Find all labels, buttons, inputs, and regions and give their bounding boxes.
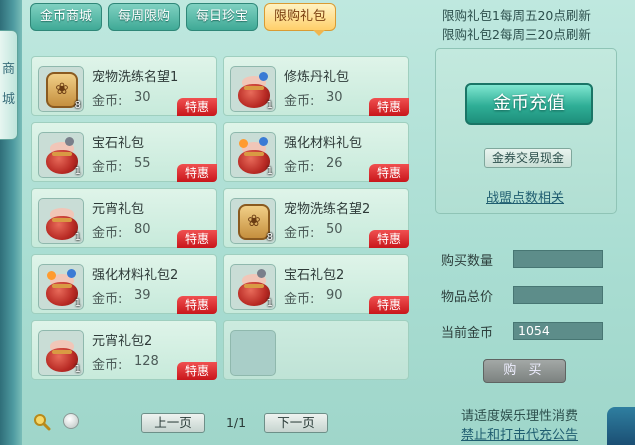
item-price: 30 (134, 90, 151, 105)
item-price: 90 (326, 288, 343, 303)
item-price: 39 (134, 288, 151, 303)
item-name: 宠物洗练名望1 (92, 70, 179, 85)
next-page-button[interactable]: 下一页 (264, 413, 328, 433)
anti-proxy-recharge-link[interactable]: 禁止和打击代充公告 (461, 426, 578, 445)
item-price: 26 (326, 156, 343, 171)
refresh-notice-line-2: 限购礼包2每周三20点刷新 (442, 27, 591, 42)
item-quantity: 1 (266, 298, 273, 309)
item-slot: 1 (230, 66, 276, 112)
footer-notice: 请适度娱乐理性消费 禁止和打击代充公告 (461, 407, 578, 445)
item-slot: 1 (38, 330, 84, 376)
item-name: 宝石礼包 (92, 136, 145, 151)
discount-badge: 特惠 (177, 362, 217, 380)
side-tab-shop[interactable]: 商 城 (0, 30, 18, 140)
gold-recharge-button[interactable]: 金币充值 (465, 83, 593, 125)
side-tab-char-2: 城 (1, 92, 15, 107)
item-quantity: 1 (74, 232, 81, 243)
item-quantity: 8 (266, 232, 273, 243)
empty-product-card (223, 320, 409, 380)
price-label: 金币: (284, 292, 315, 307)
price-label: 金币: (92, 94, 123, 109)
product-card[interactable]: 1 元宵礼包 金币: 80 特惠 (31, 188, 217, 248)
item-quantity: 1 (74, 166, 81, 177)
discount-badge: 特惠 (369, 98, 409, 116)
item-name: 元宵礼包2 (92, 334, 153, 349)
qty-field[interactable] (513, 250, 603, 268)
discount-badge: 特惠 (177, 164, 217, 182)
item-quantity: 1 (74, 298, 81, 309)
prev-page-button[interactable]: 上一页 (141, 413, 205, 433)
item-quantity: 8 (74, 100, 81, 111)
discount-badge: 特惠 (177, 296, 217, 314)
product-card[interactable]: 1 宝石礼包 金币: 55 特惠 (31, 122, 217, 182)
product-grid: ❀ 8 宠物洗练名望1 金币: 30 特惠 1 修炼丹礼包 金币: 30 特惠 (27, 50, 419, 385)
page-indicator: 1/1 (225, 415, 247, 430)
discount-badge: 特惠 (177, 230, 217, 248)
item-price: 128 (134, 354, 159, 369)
discount-badge: 特惠 (369, 164, 409, 182)
item-price: 80 (134, 222, 151, 237)
price-label: 金币: (92, 226, 123, 241)
total-price-label: 物品总价 (441, 290, 494, 305)
current-gold-field: 1054 (513, 322, 603, 340)
item-price: 30 (326, 90, 343, 105)
discount-badge: 特惠 (177, 98, 217, 116)
item-name: 修炼丹礼包 (284, 70, 350, 85)
product-card[interactable]: 1 修炼丹礼包 金币: 30 特惠 (223, 56, 409, 116)
tab-gold-mall[interactable]: 金币商城 (30, 3, 103, 31)
shop-window: 商 城 金币商城 每周限购 每日珍宝 限购礼包 限购礼包1每周五20点刷新 限购… (0, 0, 635, 445)
active-tab-pointer (313, 30, 325, 36)
refresh-notice: 限购礼包1每周五20点刷新 限购礼包2每周三20点刷新 (442, 6, 591, 44)
discount-badge: 特惠 (369, 230, 409, 248)
product-card[interactable]: 1 元宵礼包2 金币: 128 特惠 (31, 320, 217, 380)
item-slot: ❀ 8 (230, 198, 276, 244)
tab-weekly-limit[interactable]: 每周限购 (108, 3, 181, 31)
item-slot: 1 (38, 264, 84, 310)
price-label: 金币: (92, 358, 123, 373)
product-card[interactable]: 1 强化材料礼包2 金币: 39 特惠 (31, 254, 217, 314)
price-label: 金币: (92, 160, 123, 175)
refresh-notice-line-1: 限购礼包1每周五20点刷新 (442, 8, 591, 23)
item-quantity: 1 (266, 166, 273, 177)
white-circle-icon[interactable] (63, 413, 79, 429)
side-tab-char-1: 商 (1, 62, 15, 77)
item-name: 宠物洗练名望2 (284, 202, 371, 217)
current-gold-label: 当前金币 (441, 326, 494, 341)
item-slot: 1 (38, 132, 84, 178)
tab-daily-treasure[interactable]: 每日珍宝 (186, 3, 259, 31)
discount-badge: 特惠 (369, 296, 409, 314)
corner-decoration (607, 407, 635, 445)
recharge-panel: 金币充值 金券交易现金 战盟点数相关 (435, 48, 617, 214)
tab-bar: 金币商城 每周限购 每日珍宝 限购礼包 (30, 3, 337, 31)
empty-item-slot (230, 330, 276, 376)
total-price-field (513, 286, 603, 304)
item-price: 55 (134, 156, 151, 171)
price-label: 金币: (284, 94, 315, 109)
product-card[interactable]: 1 宝石礼包2 金币: 90 特惠 (223, 254, 409, 314)
item-slot: 1 (38, 198, 84, 244)
voucher-exchange-button[interactable]: 金券交易现金 (484, 148, 572, 168)
item-price: 50 (326, 222, 343, 237)
price-label: 金币: (92, 292, 123, 307)
product-card[interactable]: ❀ 8 宠物洗练名望2 金币: 50 特惠 (223, 188, 409, 248)
item-quantity: 1 (74, 364, 81, 375)
product-card[interactable]: ❀ 8 宠物洗练名望1 金币: 30 特惠 (31, 56, 217, 116)
item-slot: 1 (230, 132, 276, 178)
alliance-points-link[interactable]: 战盟点数相关 (486, 187, 564, 206)
item-name: 宝石礼包2 (284, 268, 345, 283)
item-name: 强化材料礼包 (284, 136, 363, 151)
qty-label: 购买数量 (441, 254, 494, 269)
moderate-spending-text: 请适度娱乐理性消费 (461, 409, 579, 424)
item-name: 元宵礼包 (92, 202, 145, 217)
price-label: 金币: (284, 160, 315, 175)
zoom-search-icon[interactable] (33, 413, 51, 431)
item-slot: 1 (230, 264, 276, 310)
buy-button[interactable]: 购 买 (483, 359, 566, 383)
item-slot: ❀ 8 (38, 66, 84, 112)
item-quantity: 1 (266, 100, 273, 111)
item-name: 强化材料礼包2 (92, 268, 179, 283)
product-card[interactable]: 1 强化材料礼包 金币: 26 特惠 (223, 122, 409, 182)
tab-limited-packs[interactable]: 限购礼包 (264, 3, 337, 31)
price-label: 金币: (284, 226, 315, 241)
